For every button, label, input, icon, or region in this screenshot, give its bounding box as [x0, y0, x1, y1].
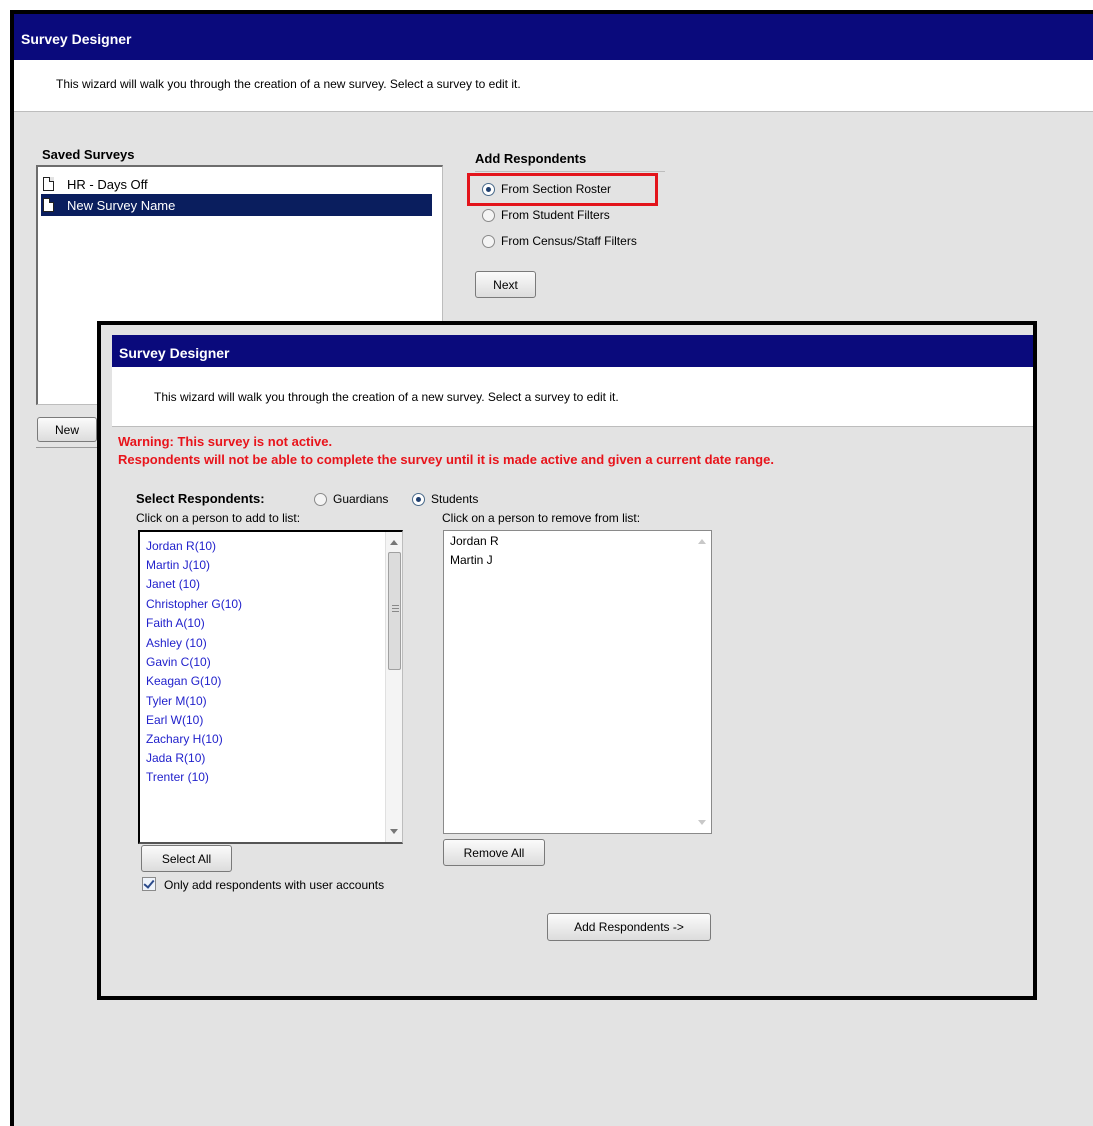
- list-item[interactable]: Jordan R: [450, 534, 499, 548]
- radio-unselected-icon: [482, 234, 495, 248]
- available-respondents-list[interactable]: Jordan R(10) Martin J(10) Janet (10) Chr…: [138, 530, 403, 844]
- warning-inactive: Warning: This survey is not active.: [118, 434, 333, 449]
- survey-designer-dialog: Survey Designer This wizard will walk yo…: [97, 321, 1037, 1000]
- select-respondents-label: Select Respondents:: [136, 491, 265, 506]
- scroll-thumb[interactable]: [388, 552, 401, 670]
- saved-surveys-label: Saved Surveys: [42, 147, 135, 162]
- list-item[interactable]: Martin J(10): [146, 558, 210, 572]
- radio-unselected-icon: [482, 208, 495, 222]
- radio-label: From Student Filters: [501, 208, 610, 222]
- background-intro-text: This wizard will walk you through the cr…: [56, 77, 521, 91]
- list-item[interactable]: Ashley (10): [146, 636, 207, 650]
- list-item[interactable]: Earl W(10): [146, 713, 203, 727]
- list-item[interactable]: Gavin C(10): [146, 655, 211, 669]
- radio-label: Students: [431, 492, 479, 506]
- background-window-title: Survey Designer: [21, 31, 132, 47]
- scroll-up-arrow-icon[interactable]: [698, 539, 706, 544]
- document-icon: [43, 198, 54, 212]
- saved-survey-label: HR - Days Off: [67, 176, 148, 192]
- list-item[interactable]: Christopher G(10): [146, 597, 242, 611]
- add-respondents-button[interactable]: Add Respondents ->: [547, 913, 711, 941]
- user-accounts-checkbox[interactable]: [142, 877, 156, 891]
- list-item[interactable]: Tyler M(10): [146, 694, 207, 708]
- list-item[interactable]: Jada R(10): [146, 751, 205, 765]
- selected-respondents-list[interactable]: Jordan R Martin J: [443, 530, 712, 834]
- remove-all-button[interactable]: Remove All: [443, 839, 545, 866]
- radio-label: From Section Roster: [501, 182, 612, 196]
- background-title-bar: Survey Designer: [14, 14, 1093, 60]
- new-survey-button[interactable]: New: [37, 417, 97, 442]
- background-intro-panel: This wizard will walk you through the cr…: [14, 60, 1093, 112]
- user-accounts-label: Only add respondents with user accounts: [164, 878, 385, 892]
- dialog-title-bar: Survey Designer: [112, 335, 1033, 367]
- radio-label: Guardians: [333, 492, 389, 506]
- list-item[interactable]: Trenter (10): [146, 770, 209, 784]
- list-item[interactable]: Keagan G(10): [146, 674, 221, 688]
- grip-line: [392, 611, 399, 612]
- document-icon: [43, 177, 54, 191]
- divider: [475, 171, 665, 172]
- dialog-intro-text: This wizard will walk you through the cr…: [154, 390, 619, 404]
- scroll-down-arrow-icon[interactable]: [390, 829, 398, 834]
- add-list-instructions: Click on a person to add to list:: [136, 511, 301, 525]
- grip-line: [392, 608, 399, 609]
- saved-survey-item[interactable]: HR - Days Off: [41, 173, 432, 195]
- radio-selected-icon: [482, 182, 495, 196]
- radio-selected-icon: [412, 492, 425, 506]
- available-list-scrollbar[interactable]: [385, 532, 402, 842]
- add-respondents-heading: Add Respondents: [475, 151, 587, 166]
- radio-guardians[interactable]: Guardians: [314, 492, 388, 506]
- radio-from-census-staff-filters[interactable]: From Census/Staff Filters: [482, 234, 637, 248]
- radio-from-section-roster[interactable]: From Section Roster: [482, 182, 611, 196]
- list-item[interactable]: Janet (10): [146, 577, 200, 591]
- list-item[interactable]: Faith A(10): [146, 616, 205, 630]
- radio-label: From Census/Staff Filters: [501, 234, 637, 248]
- radio-students[interactable]: Students: [412, 492, 478, 506]
- radio-from-student-filters[interactable]: From Student Filters: [482, 208, 610, 222]
- scroll-down-arrow-icon[interactable]: [698, 820, 706, 825]
- scroll-up-arrow-icon[interactable]: [390, 540, 398, 545]
- list-item[interactable]: Martin J: [450, 553, 493, 567]
- saved-survey-label: New Survey Name: [67, 197, 176, 213]
- dialog-intro-panel: This wizard will walk you through the cr…: [112, 367, 1033, 427]
- saved-survey-item-selected[interactable]: New Survey Name: [41, 194, 432, 216]
- radio-unselected-icon: [314, 492, 327, 506]
- list-item[interactable]: Zachary H(10): [146, 732, 223, 746]
- list-item[interactable]: Jordan R(10): [146, 539, 216, 553]
- divider: [36, 447, 106, 448]
- warning-date-range: Respondents will not be able to complete…: [118, 452, 774, 467]
- grip-line: [392, 605, 399, 606]
- select-all-button[interactable]: Select All: [141, 845, 232, 872]
- selected-list-scrollbar[interactable]: [694, 531, 711, 833]
- remove-list-instructions: Click on a person to remove from list:: [442, 511, 641, 525]
- dialog-title: Survey Designer: [119, 345, 230, 361]
- next-button[interactable]: Next: [475, 271, 536, 298]
